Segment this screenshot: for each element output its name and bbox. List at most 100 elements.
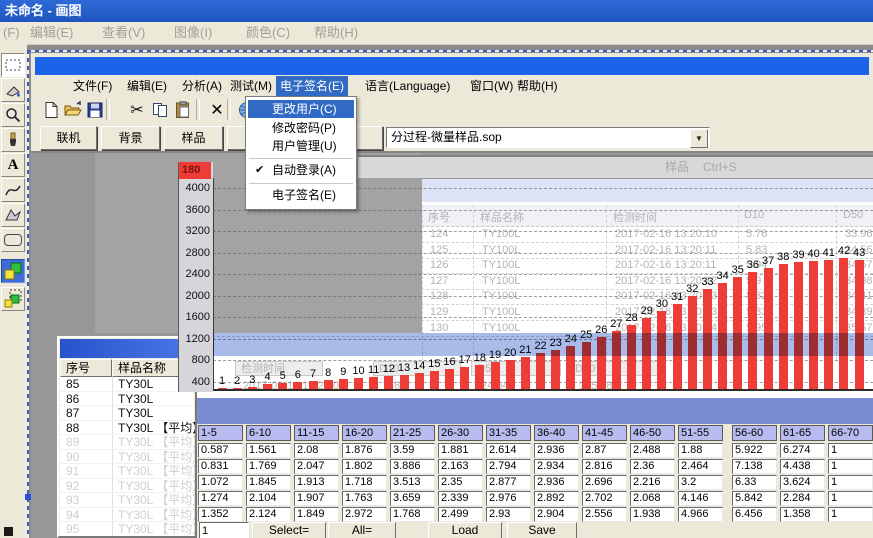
grid-cell[interactable]: 6.274 [780,443,825,458]
grid-button-select[interactable]: Select= [252,522,326,538]
app-menu-item[interactable]: 帮助(H) [513,76,562,96]
grid-cell[interactable]: 2.614 [486,443,531,458]
grid-cell[interactable]: 1.274 [198,491,243,506]
grid-cell[interactable]: 1.358 [780,507,825,522]
grid-cell[interactable]: 1.768 [390,507,435,522]
grid-cell[interactable]: 1.938 [630,507,675,522]
grid-header-cell[interactable]: 51-55 [678,425,723,441]
selection-marquee-top[interactable] [27,50,873,52]
grid-cell[interactable]: 1.88 [678,443,723,458]
grid-button-all[interactable]: All= [328,522,396,538]
grid-header-cell[interactable]: 66-70 [828,425,873,441]
grid-button-save[interactable]: Save [507,522,577,538]
grid-cell[interactable]: 1.561 [246,443,291,458]
tool-text-icon[interactable]: A [1,153,25,177]
grid-cell[interactable]: 1.769 [246,459,291,474]
paint-menu-item[interactable]: 颜色(C) [246,22,290,44]
app-menu-item[interactable]: 语言(Language) [361,76,454,96]
grid-cell[interactable]: 1.907 [294,491,339,506]
grid-cell[interactable]: 4.438 [780,459,825,474]
action-button-2[interactable]: 背景 [101,126,160,150]
tool-cube-3d-outline-icon[interactable] [1,287,25,311]
new-document-icon[interactable] [40,99,62,121]
grid-cell[interactable]: 1.763 [342,491,387,506]
grid-cell[interactable]: 3.659 [390,491,435,506]
grid-header-cell[interactable]: 36-40 [534,425,579,441]
selection-handle[interactable] [25,494,31,500]
cut-icon[interactable]: ✂ [126,99,148,121]
grid-cell[interactable]: 1 [828,491,873,506]
paint-menu-item[interactable]: 帮助(H) [314,22,358,44]
grid-cell[interactable]: 1 [828,443,873,458]
grid-cell[interactable]: 2.877 [486,475,531,490]
grid-cell[interactable]: 2.284 [780,491,825,506]
user-menu-item[interactable]: 更改用户(C) [248,100,354,118]
grid-cell[interactable]: 2.556 [582,507,627,522]
app-menu-item[interactable]: 分析(A) [178,76,226,96]
tool-fill-icon[interactable] [1,78,25,102]
grid-cell[interactable]: 2.972 [342,507,387,522]
grid-cell[interactable]: 2.499 [438,507,483,522]
row-number-input[interactable] [199,522,249,538]
sample-list-row[interactable]: 89TY30L 【平均】 [60,435,194,450]
grid-cell[interactable]: 3.886 [390,459,435,474]
app-menu-item[interactable]: 电子签名(E) [276,76,348,96]
grid-cell[interactable]: 2.35 [438,475,483,490]
grid-cell[interactable]: 1 [828,475,873,490]
grid-cell[interactable]: 3.513 [390,475,435,490]
grid-cell[interactable]: 2.904 [534,507,579,522]
grid-header-cell[interactable]: 16-20 [342,425,387,441]
grid-cell[interactable]: 2.93 [486,507,531,522]
tool-polygon-icon[interactable] [1,203,25,227]
grid-cell[interactable]: 1.845 [246,475,291,490]
grid-header-cell[interactable]: 21-25 [390,425,435,441]
user-menu-item[interactable]: 修改密码(P) [248,119,354,137]
sample-list-row[interactable]: 91TY30L 【平均】 [60,464,194,479]
action-button-3[interactable]: 样品 [164,126,223,150]
action-button-1[interactable]: 联机 [40,126,97,150]
grid-cell[interactable]: 2.936 [534,443,579,458]
sample-list-row[interactable]: 86TY30L [60,392,194,407]
sop-combobox[interactable]: 分过程-微量样品.sop ▼ [386,127,710,148]
sample-list-row[interactable]: 88TY30L 【平均】 [60,421,194,436]
grid-cell[interactable]: 1.352 [198,507,243,522]
grid-cell[interactable]: 0.831 [198,459,243,474]
grid-cell[interactable]: 1.913 [294,475,339,490]
grid-cell[interactable]: 2.36 [630,459,675,474]
grid-cell[interactable]: 1 [828,507,873,522]
tool-magnifier-icon[interactable] [1,103,25,127]
selection-marquee-left[interactable] [27,50,29,538]
grid-cell[interactable]: 1 [828,459,873,474]
grid-cell[interactable]: 2.934 [534,459,579,474]
grid-cell[interactable]: 2.216 [630,475,675,490]
save-icon[interactable] [84,99,106,121]
grid-cell[interactable]: 5.842 [732,491,777,506]
grid-cell[interactable]: 2.936 [534,475,579,490]
copy-icon[interactable] [149,99,171,121]
grid-cell[interactable]: 4.146 [678,491,723,506]
grid-cell[interactable]: 2.794 [486,459,531,474]
grid-cell[interactable]: 1.718 [342,475,387,490]
grid-cell[interactable]: 4.966 [678,507,723,522]
sample-list-row[interactable]: 93TY30L 【平均】 [60,493,194,508]
grid-cell[interactable]: 2.464 [678,459,723,474]
user-menu-item[interactable]: ✔自动登录(A) [248,161,354,179]
sample-list-row[interactable]: 87TY30L [60,406,194,421]
grid-header-cell[interactable]: 61-65 [780,425,825,441]
grid-cell[interactable]: 2.816 [582,459,627,474]
sample-list-row[interactable]: 95TY30L 【平均】 [60,522,194,537]
grid-cell[interactable]: 2.696 [582,475,627,490]
grid-cell[interactable]: 2.339 [438,491,483,506]
tool-cube-3d-icon[interactable] [1,259,25,283]
sample-list-row[interactable]: 94TY30L 【平均】 [60,508,194,523]
grid-cell[interactable]: 1.849 [294,507,339,522]
grid-cell[interactable]: 2.892 [534,491,579,506]
delete-icon[interactable]: ✕ [206,99,228,121]
paint-menu-item[interactable]: 图像(I) [174,22,212,44]
sample-list-row[interactable]: 85TY30L [60,377,194,392]
paint-menu-item[interactable]: 编辑(E) [30,22,73,44]
grid-cell[interactable]: 2.08 [294,443,339,458]
grid-cell[interactable]: 1.802 [342,459,387,474]
grid-cell[interactable]: 2.976 [486,491,531,506]
tool-brush-icon[interactable] [1,128,25,152]
